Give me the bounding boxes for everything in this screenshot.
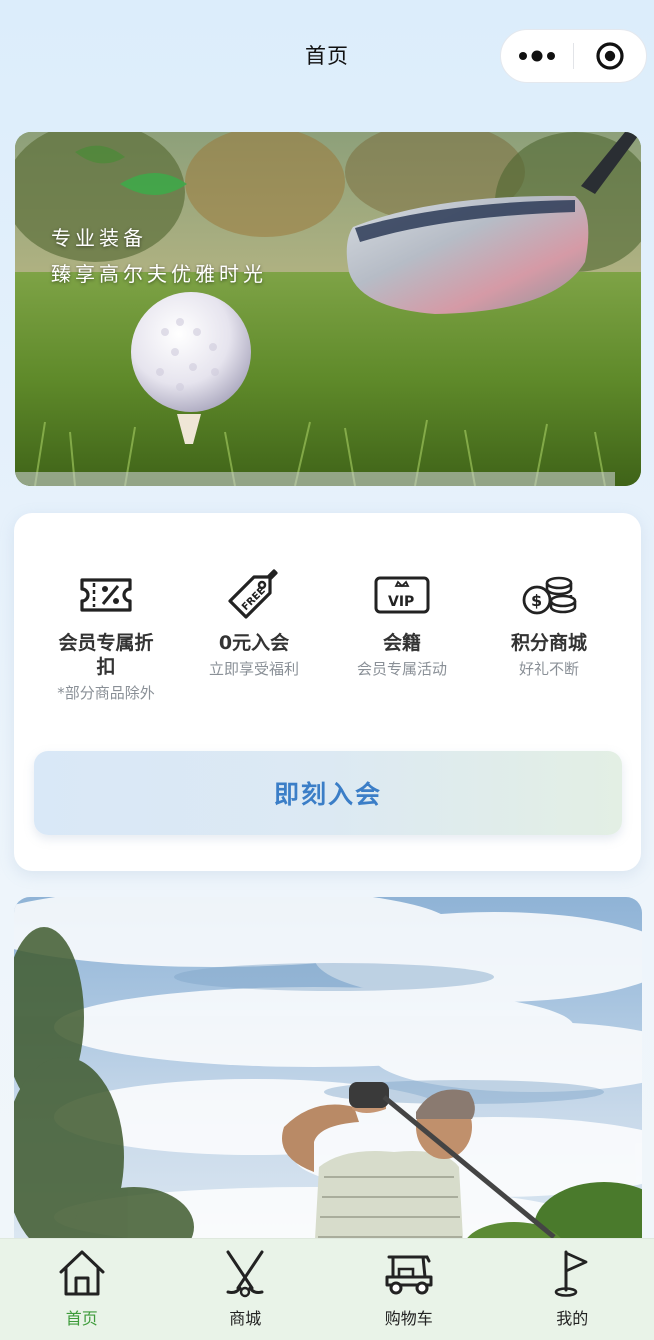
golf-cart-icon xyxy=(385,1255,433,1295)
benefit-title: 积分商城 xyxy=(510,632,587,654)
tab-label: 首页 xyxy=(65,1309,98,1328)
more-button[interactable] xyxy=(501,30,573,82)
golf-flag-icon xyxy=(554,1250,588,1297)
equipment-banner[interactable]: 专业装备 臻享高尔夫优雅时光 xyxy=(15,132,641,486)
benefit-membership[interactable]: VIP 会籍 会员专属活动 xyxy=(327,569,477,679)
tab-label: 商城 xyxy=(229,1309,262,1328)
vip-card-icon: VIP xyxy=(374,576,430,614)
golfer-banner[interactable] xyxy=(14,897,642,1257)
close-button[interactable] xyxy=(574,30,646,82)
benefit-subtitle: 会员专属活动 xyxy=(356,660,447,678)
slogan-line-1: 专业装备 xyxy=(51,226,147,250)
bottom-tab-bar: 首页 商城 购物车 我的 xyxy=(0,1238,654,1340)
membership-benefits-card: 会员专属折扣 *部分商品除外 FREE 0元入会 立即享受福利 VIP 会籍 会… xyxy=(14,513,641,871)
benefit-points-mall[interactable]: $ 积分商城 好礼不断 xyxy=(474,569,624,679)
target-circle-icon xyxy=(596,42,624,70)
benefit-title: 会籍 xyxy=(382,632,421,654)
banner-slogan: 专业装备 臻享高尔夫优雅时光 xyxy=(51,220,267,292)
tab-profile[interactable]: 我的 xyxy=(491,1239,654,1340)
more-dots-icon xyxy=(519,50,555,62)
tab-cart[interactable]: 购物车 xyxy=(327,1239,491,1340)
benefit-subtitle: 立即享受福利 xyxy=(208,660,299,678)
tab-label: 我的 xyxy=(556,1309,589,1328)
benefit-subtitle: 好礼不断 xyxy=(518,660,579,678)
svg-text:VIP: VIP xyxy=(388,594,414,610)
banner-golfer-image xyxy=(14,897,642,1257)
home-icon xyxy=(59,1250,105,1296)
benefit-subtitle: *部分商品除外 xyxy=(57,684,155,702)
join-now-button[interactable]: 即刻入会 xyxy=(34,751,622,835)
coins-icon: $ xyxy=(522,576,577,615)
free-tag-icon: FREE xyxy=(228,569,278,619)
benefit-free-join[interactable]: FREE 0元入会 立即享受福利 xyxy=(179,569,329,679)
benefit-title: 会员专属折扣 xyxy=(58,632,154,678)
golf-clubs-icon xyxy=(226,1250,264,1298)
benefit-discount[interactable]: 会员专属折扣 *部分商品除外 xyxy=(31,569,181,703)
svg-text:$: $ xyxy=(531,591,542,610)
discount-ticket-icon xyxy=(80,578,132,612)
tab-mall[interactable]: 商城 xyxy=(164,1239,328,1340)
tab-label: 购物车 xyxy=(384,1309,433,1328)
slogan-line-2: 臻享高尔夫优雅时光 xyxy=(51,262,267,286)
mini-program-capsule xyxy=(500,29,647,83)
banner-golf-image xyxy=(15,132,641,486)
benefit-title: 0元入会 xyxy=(218,632,290,654)
tab-home[interactable]: 首页 xyxy=(0,1239,164,1340)
